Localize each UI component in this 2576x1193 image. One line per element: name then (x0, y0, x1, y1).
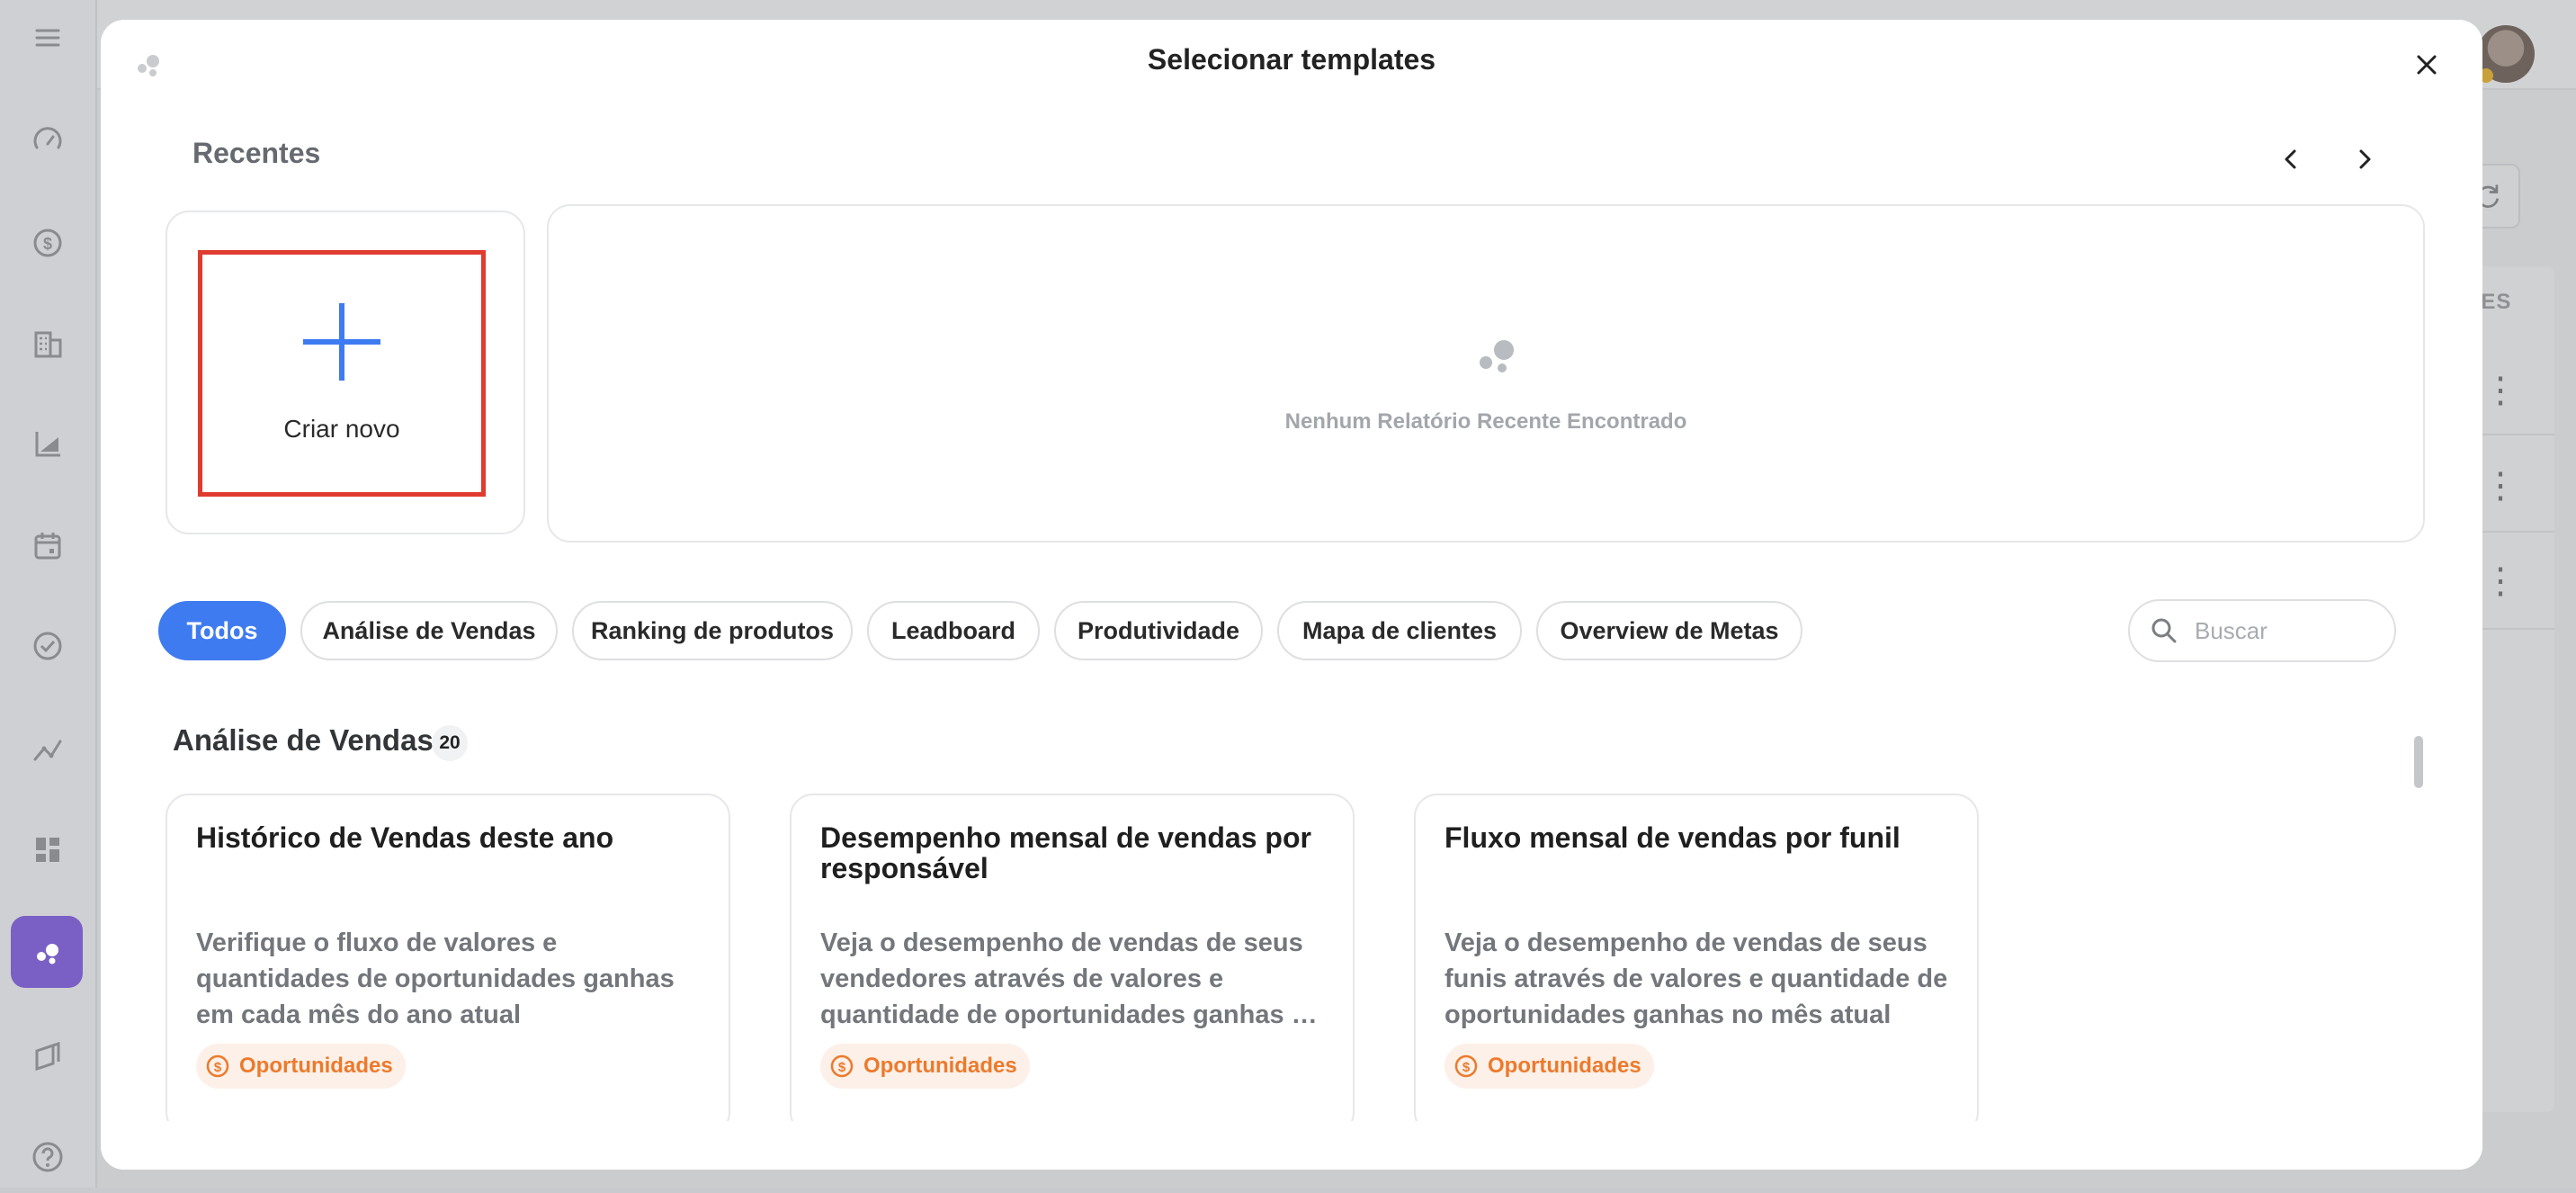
filter-chip-ranking-de-produtos[interactable]: Ranking de produtos (572, 601, 853, 660)
search-field[interactable] (2128, 599, 2396, 662)
filter-chip-todos[interactable]: Todos (158, 601, 286, 660)
chevron-right-icon (2359, 149, 2371, 169)
close-button[interactable] (2407, 45, 2446, 85)
menu-icon[interactable] (0, 2, 95, 74)
template-card[interactable]: Histórico de Vendas deste ano Verifique … (165, 794, 730, 1135)
reports-empty-icon (1480, 340, 1514, 372)
svg-text:$: $ (43, 235, 52, 253)
reports-nav-active[interactable] (11, 916, 83, 988)
sidebar: $ (0, 0, 97, 1188)
card-tag: $ Oportunidades (196, 1044, 406, 1089)
row-menu-icon[interactable]: ⋮ (2482, 563, 2518, 599)
card-title: Fluxo mensal de vendas por funil (1445, 821, 1901, 854)
section-title: Análise de Vendas (173, 723, 434, 757)
chart-icon[interactable] (0, 407, 95, 479)
svg-text:$: $ (214, 1060, 222, 1075)
template-selection-modal: Selecionar templates Recentes Criar novo… (101, 20, 2482, 1170)
card-tag: $ Oportunidades (1445, 1044, 1654, 1089)
reports-icon (37, 944, 58, 964)
close-icon (2417, 55, 2437, 75)
search-input[interactable] (2193, 615, 2376, 646)
dashboard-gauge-icon[interactable] (0, 104, 95, 176)
filter-chip-analise-de-vendas[interactable]: Análise de Vendas (300, 601, 558, 660)
recent-heading: Recentes (192, 137, 321, 169)
filter-chip-produtividade[interactable]: Produtividade (1054, 601, 1263, 660)
dollar-circle-icon: $ (1454, 1054, 1478, 1078)
check-circle-icon[interactable] (0, 610, 95, 682)
previous-button[interactable] (2268, 137, 2313, 182)
trend-icon[interactable] (0, 713, 95, 785)
dollar-icon[interactable]: $ (0, 207, 95, 279)
empty-state-message: Nenhum Relatório Recente Encontrado (1284, 409, 1687, 434)
building-icon[interactable] (0, 308, 95, 380)
dollar-circle-icon: $ (830, 1054, 854, 1078)
svg-text:$: $ (1462, 1060, 1471, 1075)
card-description: Veja o desempenho de vendas de seus funi… (1445, 928, 1948, 1029)
modal-bottom-edge (101, 1121, 2482, 1170)
scrollbar-thumb[interactable] (2414, 736, 2423, 788)
card-title: Desempenho mensal de vendas por responsá… (820, 821, 1311, 884)
card-tag-label: Oportunidades (239, 1054, 393, 1078)
svg-text:$: $ (838, 1060, 846, 1075)
modal-title: Selecionar templates (1147, 43, 1436, 76)
filter-chip-leadboard[interactable]: Leadboard (867, 601, 1040, 660)
search-icon (2151, 618, 2177, 643)
create-new-label: Criar novo (283, 415, 400, 443)
row-menu-icon[interactable]: ⋮ (2482, 468, 2518, 504)
help-icon[interactable] (0, 1121, 95, 1193)
card-tag: $ Oportunidades (820, 1044, 1030, 1089)
dollar-circle-icon: $ (206, 1054, 229, 1078)
card-description: Verifique o fluxo de valores e quantidad… (196, 928, 675, 1029)
filter-chip-overview-de-metas[interactable]: Overview de Metas (1536, 601, 1802, 660)
layers-icon[interactable] (0, 1020, 95, 1092)
row-menu-icon[interactable]: ⋮ (2482, 372, 2518, 408)
card-tag-label: Oportunidades (1488, 1054, 1641, 1078)
template-card[interactable]: Fluxo mensal de vendas por funil Veja o … (1414, 794, 1979, 1135)
calendar-icon[interactable] (0, 509, 95, 581)
card-title: Histórico de Vendas deste ano (196, 821, 614, 854)
card-tag-label: Oportunidades (863, 1054, 1017, 1078)
template-card[interactable]: Desempenho mensal de vendas por responsá… (790, 794, 1355, 1135)
count-badge: 20 (432, 725, 468, 761)
recent-reports-panel: Nenhum Relatório Recente Encontrado (547, 204, 2425, 543)
plus-icon (303, 303, 380, 381)
chevron-left-icon (2285, 149, 2296, 169)
card-description: Veja o desempenho de vendas de seus vend… (820, 928, 1324, 1029)
widgets-icon[interactable] (0, 813, 95, 885)
create-new-button[interactable]: Criar novo (198, 250, 486, 497)
create-new-card: Criar novo (165, 211, 525, 534)
filter-chip-mapa-de-clientes[interactable]: Mapa de clientes (1277, 601, 1522, 660)
next-button[interactable] (2342, 137, 2387, 182)
